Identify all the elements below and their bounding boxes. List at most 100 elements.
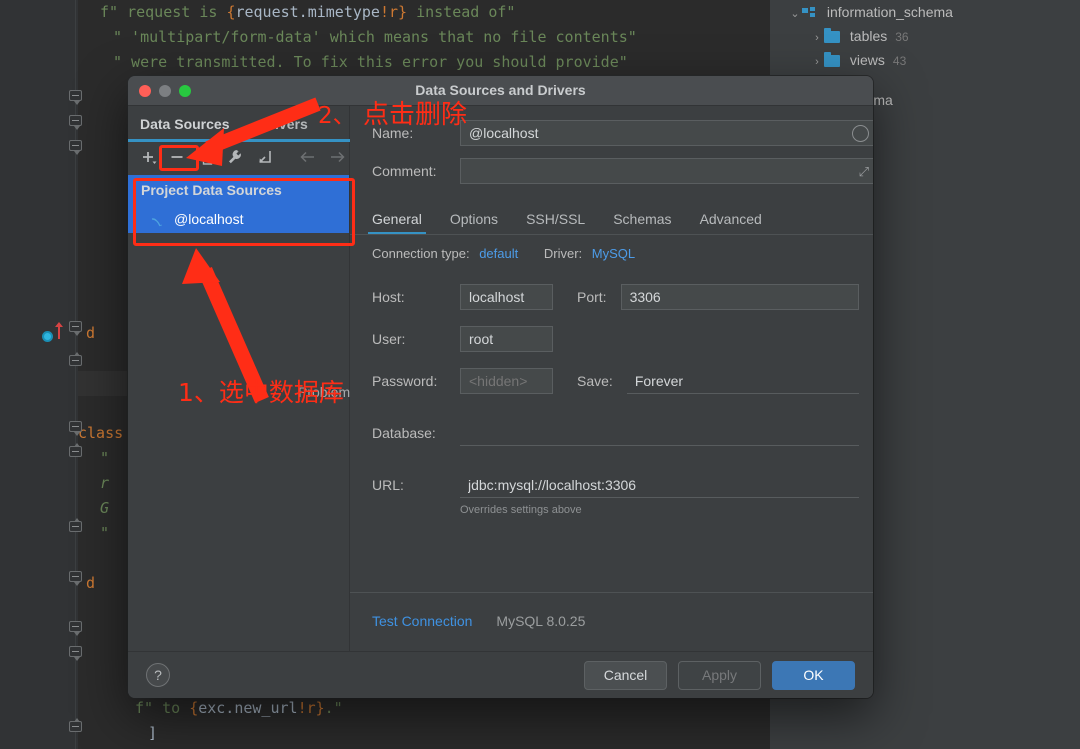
dialog-right-pane[interactable]: Name: Comment: ⤢ General Options: [350, 106, 873, 651]
settings-tabs[interactable]: General Options SSH/SSL Schemas Advanced: [372, 202, 873, 234]
host-port-row: Host: Port:: [372, 284, 859, 310]
fold-marker[interactable]: [69, 571, 82, 582]
database-input[interactable]: [460, 420, 859, 446]
code-line-45: r: [100, 471, 109, 496]
code-line-26: f" request is {request.mimetype!r} inste…: [100, 0, 515, 25]
url-input[interactable]: [460, 472, 859, 498]
connection-type-row: Connection type: default Driver: MySQL: [372, 246, 635, 261]
connection-type-value[interactable]: default: [479, 246, 518, 261]
tab-advanced[interactable]: Advanced: [700, 211, 762, 234]
fold-marker[interactable]: [69, 621, 82, 632]
user-input[interactable]: [460, 326, 553, 352]
tab-schemas[interactable]: Schemas: [613, 211, 671, 234]
left-pane-tabs[interactable]: Data Sources Drivers: [128, 106, 349, 142]
url-row: URL:: [372, 472, 859, 498]
driver-version-label: MySQL 8.0.25: [496, 613, 585, 629]
data-source-tree[interactable]: Project Data Sources @localhost: [128, 172, 349, 233]
comment-label: Comment:: [372, 163, 460, 179]
remove-button[interactable]: [165, 145, 189, 169]
duplicate-button[interactable]: [194, 145, 218, 169]
cancel-button[interactable]: Cancel: [584, 661, 667, 690]
db-tree-count: 43: [893, 54, 906, 68]
db-tree-label: information_schema: [827, 4, 953, 20]
connection-type-label: Connection type:: [372, 246, 470, 261]
fold-marker[interactable]: [69, 321, 82, 332]
code-line-54: f" to {exc.new_url!r}.": [135, 696, 343, 721]
driver-value[interactable]: MySQL: [592, 246, 635, 261]
tree-item-label: @localhost: [174, 205, 243, 233]
fold-marker[interactable]: [69, 446, 82, 457]
data-sources-dialog[interactable]: Data Sources and Drivers Data Sources Dr…: [128, 76, 873, 698]
tab-general[interactable]: General: [372, 211, 422, 234]
back-arrow-icon[interactable]: [296, 145, 320, 169]
forward-arrow-icon[interactable]: [325, 145, 349, 169]
tree-group-project-data-sources[interactable]: Project Data Sources: [128, 175, 349, 205]
fold-marker[interactable]: [69, 721, 82, 732]
apply-button[interactable]: Apply: [678, 661, 761, 690]
comment-input[interactable]: [460, 158, 873, 184]
problems-label: Problems: [298, 384, 357, 400]
database-label: Database:: [372, 425, 460, 441]
db-tree-label: views: [850, 52, 885, 68]
comment-row: Comment: ⤢: [372, 158, 873, 184]
editor-gutter[interactable]: [0, 0, 78, 749]
database-row: Database:: [372, 420, 859, 446]
code-line-44: ": [100, 446, 109, 471]
expand-editor-icon[interactable]: ⤢: [859, 164, 869, 180]
fold-marker[interactable]: [69, 115, 82, 126]
fold-rail: [75, 0, 76, 749]
port-input[interactable]: [621, 284, 859, 310]
fold-marker[interactable]: [69, 140, 82, 151]
code-line-47: ": [100, 521, 109, 546]
connection-fields: Host: Port: User: Password: Save:: [372, 284, 859, 516]
breakpoint-icon[interactable]: [42, 331, 53, 342]
fold-marker[interactable]: [69, 90, 82, 101]
db-tree-row[interactable]: › tables36: [770, 24, 909, 48]
save-select[interactable]: [627, 368, 859, 394]
url-hint: Overrides settings above: [460, 504, 859, 516]
save-label: Save:: [577, 373, 613, 389]
fold-marker[interactable]: [69, 521, 82, 532]
properties-wrench-icon[interactable]: [223, 145, 247, 169]
name-input[interactable]: [460, 120, 873, 146]
run-to-cursor-icon: [58, 326, 60, 339]
tab-ssh-ssl[interactable]: SSH/SSL: [526, 211, 585, 234]
tab-data-sources[interactable]: Data Sources: [140, 106, 229, 142]
password-save-row: Password: Save:: [372, 368, 859, 394]
fold-marker[interactable]: [69, 421, 82, 432]
ok-button[interactable]: OK: [772, 661, 855, 690]
tree-item-localhost[interactable]: @localhost: [128, 205, 349, 233]
tabs-separator: [350, 234, 873, 235]
fold-marker[interactable]: [69, 646, 82, 657]
db-tree-row[interactable]: ⌄ information_schema: [770, 0, 953, 24]
code-line-27: " 'multipart/form-data' which means that…: [113, 25, 637, 50]
host-input[interactable]: [460, 284, 553, 310]
chevron-right-icon[interactable]: ›: [810, 26, 824, 50]
host-label: Host:: [372, 289, 460, 305]
connection-footer: Test Connection MySQL 8.0.25: [372, 613, 585, 629]
footer-separator: [350, 592, 873, 593]
driver-label: Driver:: [544, 246, 582, 261]
add-button[interactable]: [136, 145, 160, 169]
password-input[interactable]: [460, 368, 553, 394]
user-label: User:: [372, 331, 460, 347]
dialog-titlebar: Data Sources and Drivers: [128, 76, 873, 106]
tab-drivers[interactable]: Drivers: [259, 106, 307, 142]
help-button[interactable]: ?: [146, 663, 170, 687]
color-swatch-icon[interactable]: [852, 125, 869, 142]
dialog-footer: ? Cancel Apply OK: [128, 651, 873, 698]
db-tree-row[interactable]: › views43: [770, 48, 906, 72]
data-source-toolbar[interactable]: [128, 142, 349, 172]
import-button[interactable]: [253, 145, 277, 169]
code-line-49: d: [86, 571, 95, 596]
fold-marker[interactable]: [69, 355, 82, 366]
port-label: Port:: [577, 289, 607, 305]
password-label: Password:: [372, 373, 460, 389]
dialog-left-pane[interactable]: Data Sources Drivers: [128, 106, 350, 651]
tab-options[interactable]: Options: [450, 211, 498, 234]
chevron-down-icon[interactable]: ⌄: [788, 2, 802, 26]
code-line-28: " were transmitted. To fix this error yo…: [113, 50, 628, 75]
dialog-title: Data Sources and Drivers: [128, 82, 873, 98]
test-connection-link[interactable]: Test Connection: [372, 613, 472, 629]
url-label: URL:: [372, 477, 460, 493]
